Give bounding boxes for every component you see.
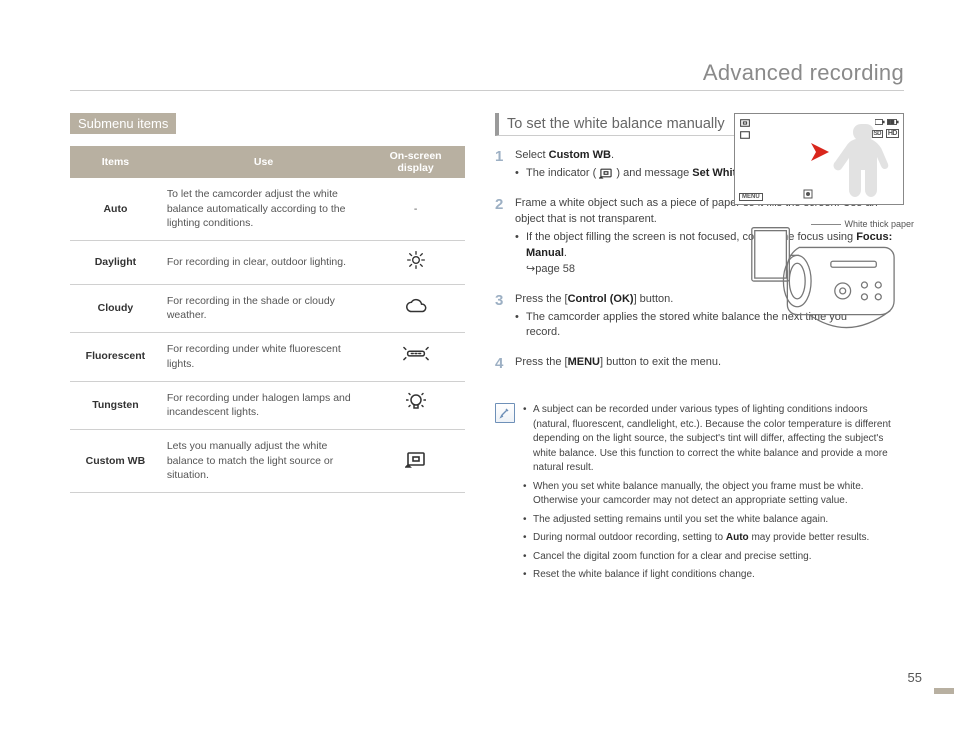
mode-icon	[739, 130, 751, 142]
tungsten-icon	[366, 381, 465, 429]
item-use: For recording under white fluorescent li…	[161, 333, 366, 381]
note-item: The adjusted setting remains until you s…	[523, 513, 904, 528]
step-4: 4 Press the [MENU] button to exit the me…	[495, 355, 904, 373]
item-name: Auto	[70, 178, 161, 241]
preview-screen: SD HD MENU	[734, 113, 904, 205]
table-row: Cloudy For recording in the shade or clo…	[70, 284, 465, 332]
page-bar	[934, 688, 954, 694]
note-item: During normal outdoor recording, setting…	[523, 531, 904, 546]
col-head-use: Use	[161, 146, 366, 178]
item-use: Lets you manually adjust the white balan…	[161, 429, 366, 492]
daylight-icon	[366, 241, 465, 285]
item-icon: -	[366, 178, 465, 241]
item-use: For recording under halogen lamps and in…	[161, 381, 366, 429]
note-item: When you set white balance manually, the…	[523, 480, 904, 509]
table-row: Auto To let the camcorder adjust the whi…	[70, 178, 465, 241]
camcorder-figure: White thick paper	[734, 225, 904, 355]
page-number: 55	[908, 670, 922, 685]
note-item: A subject can be recorded under various …	[523, 403, 904, 476]
submenu-heading: Submenu items	[70, 113, 176, 134]
customwb-icon	[366, 429, 465, 492]
note-item: Reset the white balance if light conditi…	[523, 568, 904, 583]
item-use: For recording in clear, outdoor lighting…	[161, 241, 366, 285]
cloudy-icon	[366, 284, 465, 332]
paper-label: White thick paper	[811, 219, 914, 229]
step-number: 3	[495, 292, 509, 344]
note-icon	[495, 403, 515, 423]
fluorescent-icon	[366, 333, 465, 381]
step-number: 4	[495, 355, 509, 373]
col-head-items: Items	[70, 146, 161, 178]
table-row: Tungsten For recording under halogen lam…	[70, 381, 465, 429]
note-item: Cancel the digital zoom function for a c…	[523, 550, 904, 565]
item-name: Daylight	[70, 241, 161, 285]
item-name: Fluorescent	[70, 333, 161, 381]
right-column: To set the white balance manually 1 Sele…	[495, 113, 904, 587]
figure-column: SD HD MENU	[734, 113, 904, 355]
item-name: Tungsten	[70, 381, 161, 429]
submenu-table: Items Use On-screen display Auto To let …	[70, 146, 465, 493]
col-head-display: On-screen display	[366, 146, 465, 178]
table-row: Fluorescent For recording under white fl…	[70, 333, 465, 381]
left-column: Submenu items Items Use On-screen displa…	[70, 113, 465, 587]
menu-indicator: MENU	[739, 193, 763, 201]
table-row: Daylight For recording in clear, outdoor…	[70, 241, 465, 285]
item-name: Custom WB	[70, 429, 161, 492]
step-number: 1	[495, 148, 509, 184]
table-row: Custom WB Lets you manually adjust the w…	[70, 429, 465, 492]
item-use: To let the camcorder adjust the white ba…	[161, 178, 366, 241]
content-columns: Submenu items Items Use On-screen displa…	[70, 113, 904, 587]
customwb-icon	[739, 118, 751, 130]
page-title: Advanced recording	[70, 60, 904, 91]
item-name: Cloudy	[70, 284, 161, 332]
step-number: 2	[495, 196, 509, 280]
note-box: A subject can be recorded under various …	[495, 403, 904, 587]
item-use: For recording in the shade or cloudy wea…	[161, 284, 366, 332]
focus-marker-icon	[807, 141, 831, 163]
